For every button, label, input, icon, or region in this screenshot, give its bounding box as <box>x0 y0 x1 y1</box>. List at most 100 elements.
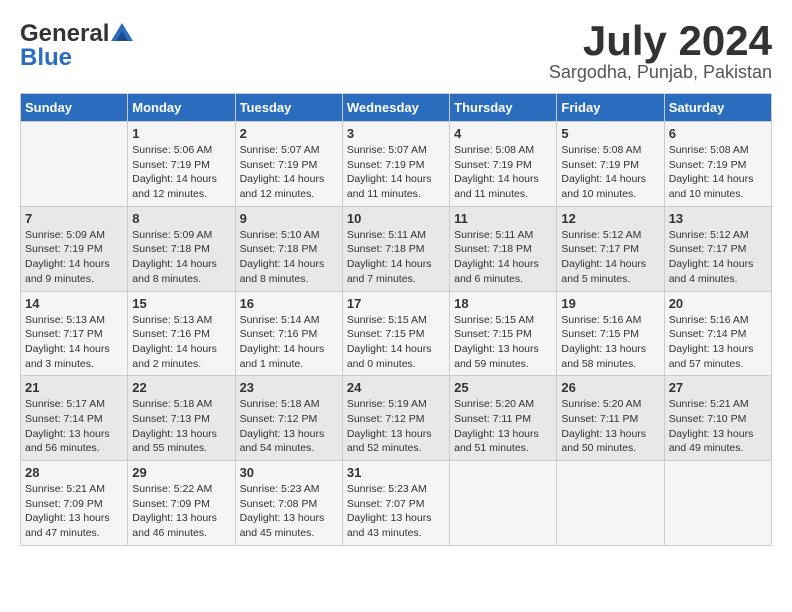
month-title: July 2024 <box>549 20 772 62</box>
location-title: Sargodha, Punjab, Pakistan <box>549 62 772 83</box>
day-info: Sunrise: 5:15 AM Sunset: 7:15 PM Dayligh… <box>347 313 445 372</box>
day-number: 7 <box>25 211 123 226</box>
day-number: 16 <box>240 296 338 311</box>
logo-blue: Blue <box>20 44 72 72</box>
day-number: 13 <box>669 211 767 226</box>
day-number: 1 <box>132 126 230 141</box>
weekday-header: Wednesday <box>342 94 449 122</box>
calendar-cell: 15 Sunrise: 5:13 AM Sunset: 7:16 PM Dayli… <box>128 291 235 376</box>
day-info: Sunrise: 5:15 AM Sunset: 7:15 PM Dayligh… <box>454 313 552 372</box>
day-number: 25 <box>454 380 552 395</box>
calendar-cell: 1 Sunrise: 5:06 AM Sunset: 7:19 PM Daylig… <box>128 122 235 207</box>
day-info: Sunrise: 5:18 AM Sunset: 7:12 PM Dayligh… <box>240 397 338 456</box>
day-info: Sunrise: 5:17 AM Sunset: 7:14 PM Dayligh… <box>25 397 123 456</box>
day-number: 11 <box>454 211 552 226</box>
day-number: 12 <box>561 211 659 226</box>
calendar-cell: 18 Sunrise: 5:15 AM Sunset: 7:15 PM Dayli… <box>450 291 557 376</box>
calendar-cell: 11 Sunrise: 5:11 AM Sunset: 7:18 PM Dayli… <box>450 206 557 291</box>
weekday-header: Thursday <box>450 94 557 122</box>
calendar-cell <box>450 461 557 546</box>
day-info: Sunrise: 5:08 AM Sunset: 7:19 PM Dayligh… <box>669 143 767 202</box>
weekday-header: Monday <box>128 94 235 122</box>
day-info: Sunrise: 5:09 AM Sunset: 7:18 PM Dayligh… <box>132 228 230 287</box>
calendar-cell <box>557 461 664 546</box>
day-number: 27 <box>669 380 767 395</box>
day-info: Sunrise: 5:12 AM Sunset: 7:17 PM Dayligh… <box>561 228 659 287</box>
day-info: Sunrise: 5:14 AM Sunset: 7:16 PM Dayligh… <box>240 313 338 372</box>
day-number: 31 <box>347 465 445 480</box>
day-info: Sunrise: 5:21 AM Sunset: 7:10 PM Dayligh… <box>669 397 767 456</box>
calendar-cell <box>664 461 771 546</box>
calendar-cell: 20 Sunrise: 5:16 AM Sunset: 7:14 PM Dayli… <box>664 291 771 376</box>
calendar-cell: 16 Sunrise: 5:14 AM Sunset: 7:16 PM Dayli… <box>235 291 342 376</box>
weekday-header: Sunday <box>21 94 128 122</box>
calendar-cell: 27 Sunrise: 5:21 AM Sunset: 7:10 PM Dayli… <box>664 376 771 461</box>
day-number: 18 <box>454 296 552 311</box>
day-number: 5 <box>561 126 659 141</box>
calendar-cell: 14 Sunrise: 5:13 AM Sunset: 7:17 PM Dayli… <box>21 291 128 376</box>
day-number: 19 <box>561 296 659 311</box>
day-number: 28 <box>25 465 123 480</box>
logo: General Blue <box>20 20 133 72</box>
calendar-table: SundayMondayTuesdayWednesdayThursdayFrid… <box>20 93 772 546</box>
calendar-cell: 13 Sunrise: 5:12 AM Sunset: 7:17 PM Dayli… <box>664 206 771 291</box>
day-info: Sunrise: 5:18 AM Sunset: 7:13 PM Dayligh… <box>132 397 230 456</box>
day-info: Sunrise: 5:19 AM Sunset: 7:12 PM Dayligh… <box>347 397 445 456</box>
day-number: 26 <box>561 380 659 395</box>
day-info: Sunrise: 5:20 AM Sunset: 7:11 PM Dayligh… <box>454 397 552 456</box>
calendar-cell: 10 Sunrise: 5:11 AM Sunset: 7:18 PM Dayli… <box>342 206 449 291</box>
day-info: Sunrise: 5:11 AM Sunset: 7:18 PM Dayligh… <box>454 228 552 287</box>
calendar-cell: 30Sunrise: 5:23 AM Sunset: 7:08 PM Dayli… <box>235 461 342 546</box>
day-info: Sunrise: 5:21 AM Sunset: 7:09 PM Dayligh… <box>25 482 123 541</box>
logo-icon <box>111 23 133 41</box>
day-number: 20 <box>669 296 767 311</box>
day-info: Sunrise: 5:06 AM Sunset: 7:19 PM Dayligh… <box>132 143 230 202</box>
day-info: Sunrise: 5:07 AM Sunset: 7:19 PM Dayligh… <box>347 143 445 202</box>
calendar-cell: 21 Sunrise: 5:17 AM Sunset: 7:14 PM Dayli… <box>21 376 128 461</box>
day-number: 14 <box>25 296 123 311</box>
day-number: 6 <box>669 126 767 141</box>
day-info: Sunrise: 5:11 AM Sunset: 7:18 PM Dayligh… <box>347 228 445 287</box>
day-number: 23 <box>240 380 338 395</box>
calendar-week: 1 Sunrise: 5:06 AM Sunset: 7:19 PM Daylig… <box>21 122 772 207</box>
calendar-cell: 8Sunrise: 5:09 AM Sunset: 7:18 PM Daylig… <box>128 206 235 291</box>
weekday-header: Tuesday <box>235 94 342 122</box>
day-info: Sunrise: 5:13 AM Sunset: 7:16 PM Dayligh… <box>132 313 230 372</box>
day-info: Sunrise: 5:08 AM Sunset: 7:19 PM Dayligh… <box>454 143 552 202</box>
day-number: 29 <box>132 465 230 480</box>
calendar-cell: 24 Sunrise: 5:19 AM Sunset: 7:12 PM Dayli… <box>342 376 449 461</box>
day-info: Sunrise: 5:16 AM Sunset: 7:15 PM Dayligh… <box>561 313 659 372</box>
day-number: 3 <box>347 126 445 141</box>
day-info: Sunrise: 5:13 AM Sunset: 7:17 PM Dayligh… <box>25 313 123 372</box>
page-header: General Blue July 2024 Sargodha, Punjab,… <box>20 20 772 83</box>
day-number: 21 <box>25 380 123 395</box>
calendar-cell: 31 Sunrise: 5:23 AM Sunset: 7:07 PM Dayli… <box>342 461 449 546</box>
calendar-week: 21 Sunrise: 5:17 AM Sunset: 7:14 PM Dayli… <box>21 376 772 461</box>
day-number: 9 <box>240 211 338 226</box>
calendar-cell: 3 Sunrise: 5:07 AM Sunset: 7:19 PM Daylig… <box>342 122 449 207</box>
calendar-cell: 28 Sunrise: 5:21 AM Sunset: 7:09 PM Dayli… <box>21 461 128 546</box>
calendar-cell: 7 Sunrise: 5:09 AM Sunset: 7:19 PM Daylig… <box>21 206 128 291</box>
day-number: 10 <box>347 211 445 226</box>
calendar-cell: 5 Sunrise: 5:08 AM Sunset: 7:19 PM Daylig… <box>557 122 664 207</box>
day-info: Sunrise: 5:20 AM Sunset: 7:11 PM Dayligh… <box>561 397 659 456</box>
day-info: Sunrise: 5:16 AM Sunset: 7:14 PM Dayligh… <box>669 313 767 372</box>
day-number: 15 <box>132 296 230 311</box>
calendar-cell: 12 Sunrise: 5:12 AM Sunset: 7:17 PM Dayli… <box>557 206 664 291</box>
day-info: Sunrise: 5:23 AM Sunset: 7:07 PM Dayligh… <box>347 482 445 541</box>
calendar-week: 7 Sunrise: 5:09 AM Sunset: 7:19 PM Daylig… <box>21 206 772 291</box>
calendar-cell: 23 Sunrise: 5:18 AM Sunset: 7:12 PM Dayli… <box>235 376 342 461</box>
day-info: Sunrise: 5:10 AM Sunset: 7:18 PM Dayligh… <box>240 228 338 287</box>
day-number: 17 <box>347 296 445 311</box>
day-info: Sunrise: 5:09 AM Sunset: 7:19 PM Dayligh… <box>25 228 123 287</box>
calendar-cell: 19 Sunrise: 5:16 AM Sunset: 7:15 PM Dayli… <box>557 291 664 376</box>
day-info: Sunrise: 5:08 AM Sunset: 7:19 PM Dayligh… <box>561 143 659 202</box>
calendar-cell: 2Sunrise: 5:07 AM Sunset: 7:19 PM Daylig… <box>235 122 342 207</box>
calendar-week: 14 Sunrise: 5:13 AM Sunset: 7:17 PM Dayli… <box>21 291 772 376</box>
calendar-cell: 6 Sunrise: 5:08 AM Sunset: 7:19 PM Daylig… <box>664 122 771 207</box>
day-number: 24 <box>347 380 445 395</box>
day-info: Sunrise: 5:23 AM Sunset: 7:08 PM Dayligh… <box>240 482 338 541</box>
day-info: Sunrise: 5:12 AM Sunset: 7:17 PM Dayligh… <box>669 228 767 287</box>
calendar-week: 28 Sunrise: 5:21 AM Sunset: 7:09 PM Dayli… <box>21 461 772 546</box>
day-info: Sunrise: 5:22 AM Sunset: 7:09 PM Dayligh… <box>132 482 230 541</box>
